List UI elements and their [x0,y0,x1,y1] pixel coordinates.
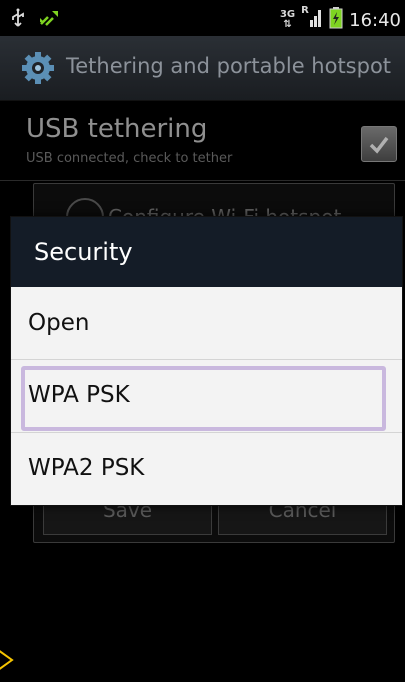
option-open[interactable]: Open [11,288,402,360]
network-3g-indicator: 3G ⇅ [279,9,296,30]
dialog-header: Security [11,217,402,287]
usb-icon [10,8,26,32]
usb-tethering-subtitle: USB connected, check to tether [26,151,233,166]
cancel-button: Cancel [218,503,387,535]
security-dialog: Security Open WPA PSK WPA2 PSK [10,216,403,506]
usb-tethering-title: USB tethering [26,114,208,144]
status-bar: 3G ⇅ R 16:40 [0,0,405,36]
divider [0,180,405,181]
gear-icon [20,50,56,86]
pointer-marker-icon [0,645,14,679]
tethering-icon [38,8,60,32]
option-label: Open [28,310,90,336]
app-bar: Tethering and portable hotspot [0,36,405,101]
dialog-title: Security [34,238,133,266]
option-label: WPA2 PSK [28,455,145,481]
selection-highlight [21,366,386,431]
clock: 16:40 [349,9,401,31]
usb-tethering-checkbox [361,126,397,162]
save-button: Save [43,503,212,535]
option-wpa2-psk[interactable]: WPA2 PSK [11,433,402,505]
signal-icon: R [301,6,323,32]
page-title: Tethering and portable hotspot [66,54,392,78]
battery-charging-icon [329,7,343,33]
